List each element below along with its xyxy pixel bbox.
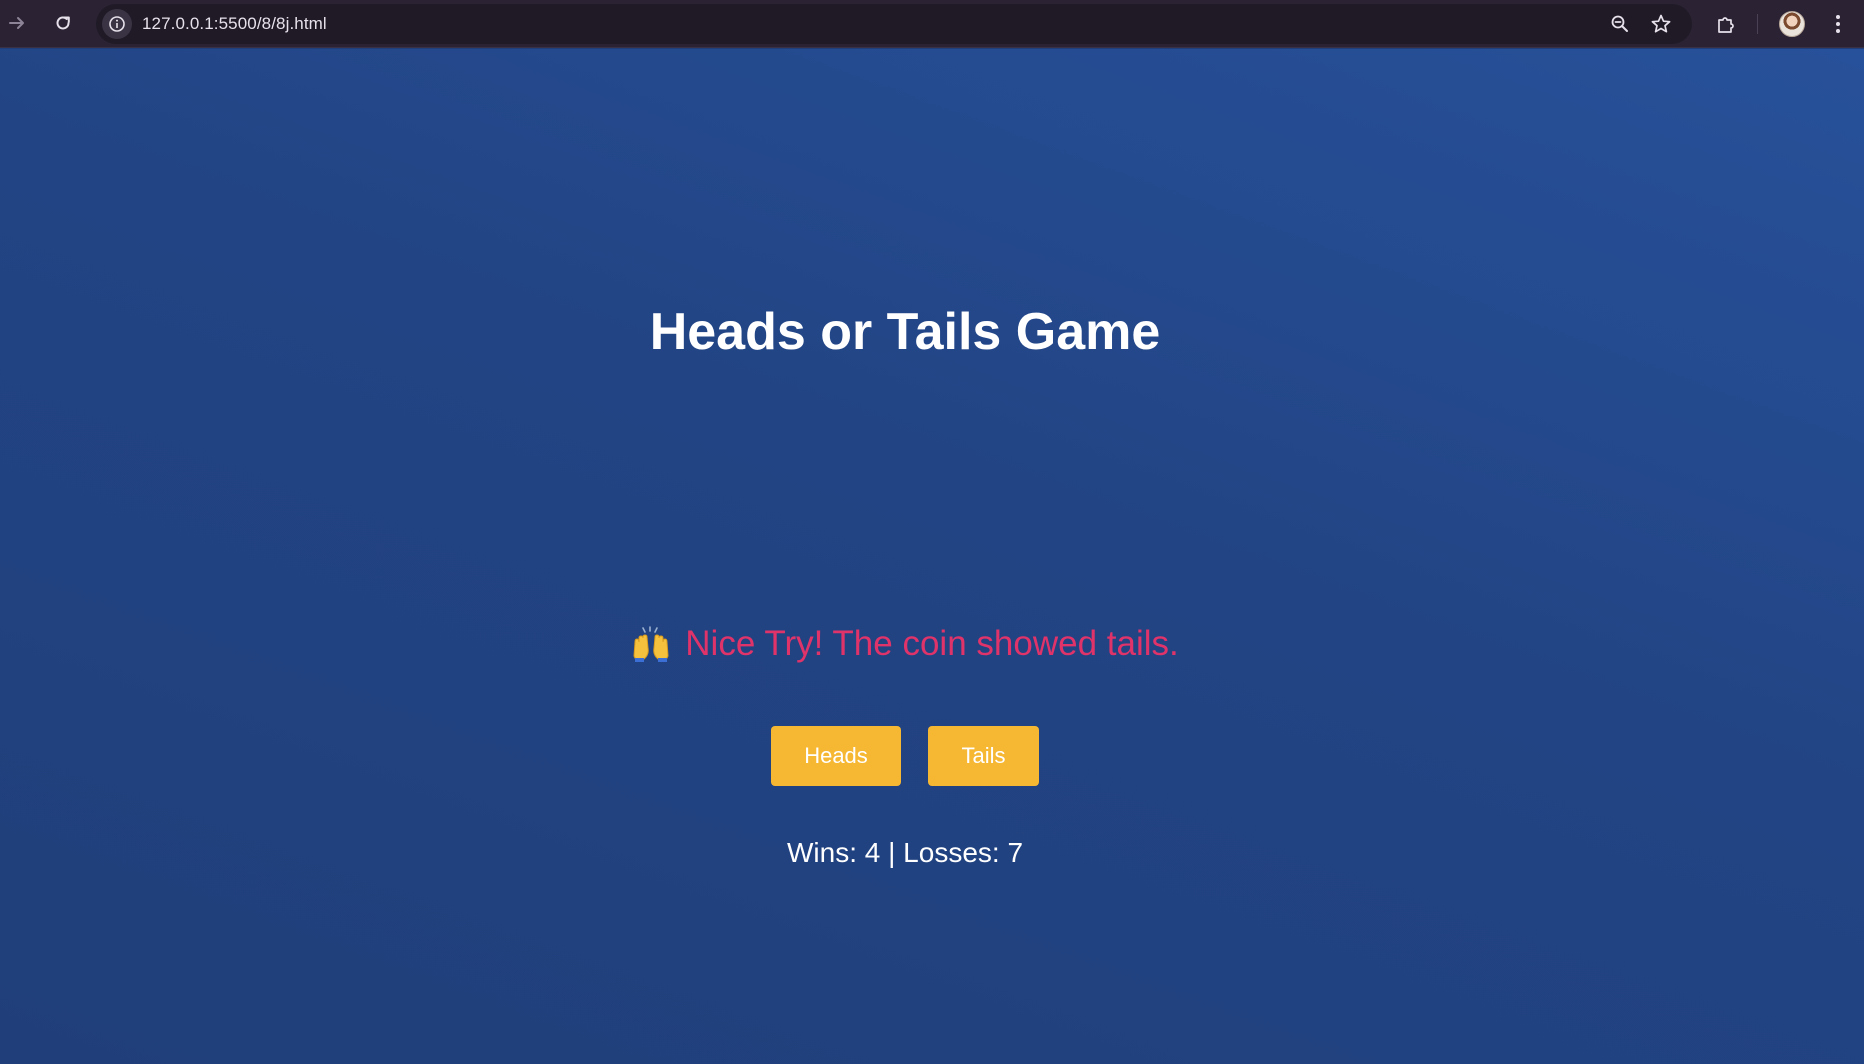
address-bar[interactable]: 127.0.0.1:5500/8/8j.html (96, 4, 1692, 44)
reload-button[interactable] (48, 8, 78, 38)
page-title: Heads or Tails Game (649, 303, 1161, 361)
forward-button[interactable] (2, 8, 32, 38)
url-text[interactable]: 127.0.0.1:5500/8/8j.html (142, 4, 327, 44)
toolbar-divider (1757, 14, 1758, 34)
heads-button[interactable]: Heads (771, 726, 901, 786)
extensions-button[interactable] (1710, 8, 1742, 40)
zoom-out-icon (1611, 15, 1628, 32)
browser-toolbar: 127.0.0.1:5500/8/8j.html (0, 0, 1864, 48)
kebab-menu-icon (1836, 15, 1840, 33)
star-icon (1651, 14, 1671, 33)
zoom-button[interactable] (1606, 10, 1634, 38)
avatar (1779, 11, 1805, 37)
bookmark-button[interactable] (1647, 10, 1675, 38)
info-icon (109, 16, 125, 32)
browser-menu-button[interactable] (1822, 8, 1854, 40)
reload-icon (56, 16, 70, 30)
score-display: Wins: 4 | Losses: 7 (786, 837, 1024, 868)
profile-button[interactable] (1776, 8, 1808, 40)
page-viewport: Heads or Tails Game Nice Try! The coin s… (0, 49, 1864, 1064)
result-text: Nice Try! The coin showed tails. (685, 624, 1179, 663)
site-info-button[interactable] (102, 9, 132, 39)
forward-arrow-icon (9, 17, 24, 29)
raising-hands-icon (633, 626, 669, 662)
choice-buttons: Heads Tails (0, 726, 1810, 786)
tails-button[interactable]: Tails (928, 726, 1039, 786)
puzzle-icon (1718, 17, 1734, 33)
result-message: Nice Try! The coin showed tails. (0, 624, 1810, 664)
